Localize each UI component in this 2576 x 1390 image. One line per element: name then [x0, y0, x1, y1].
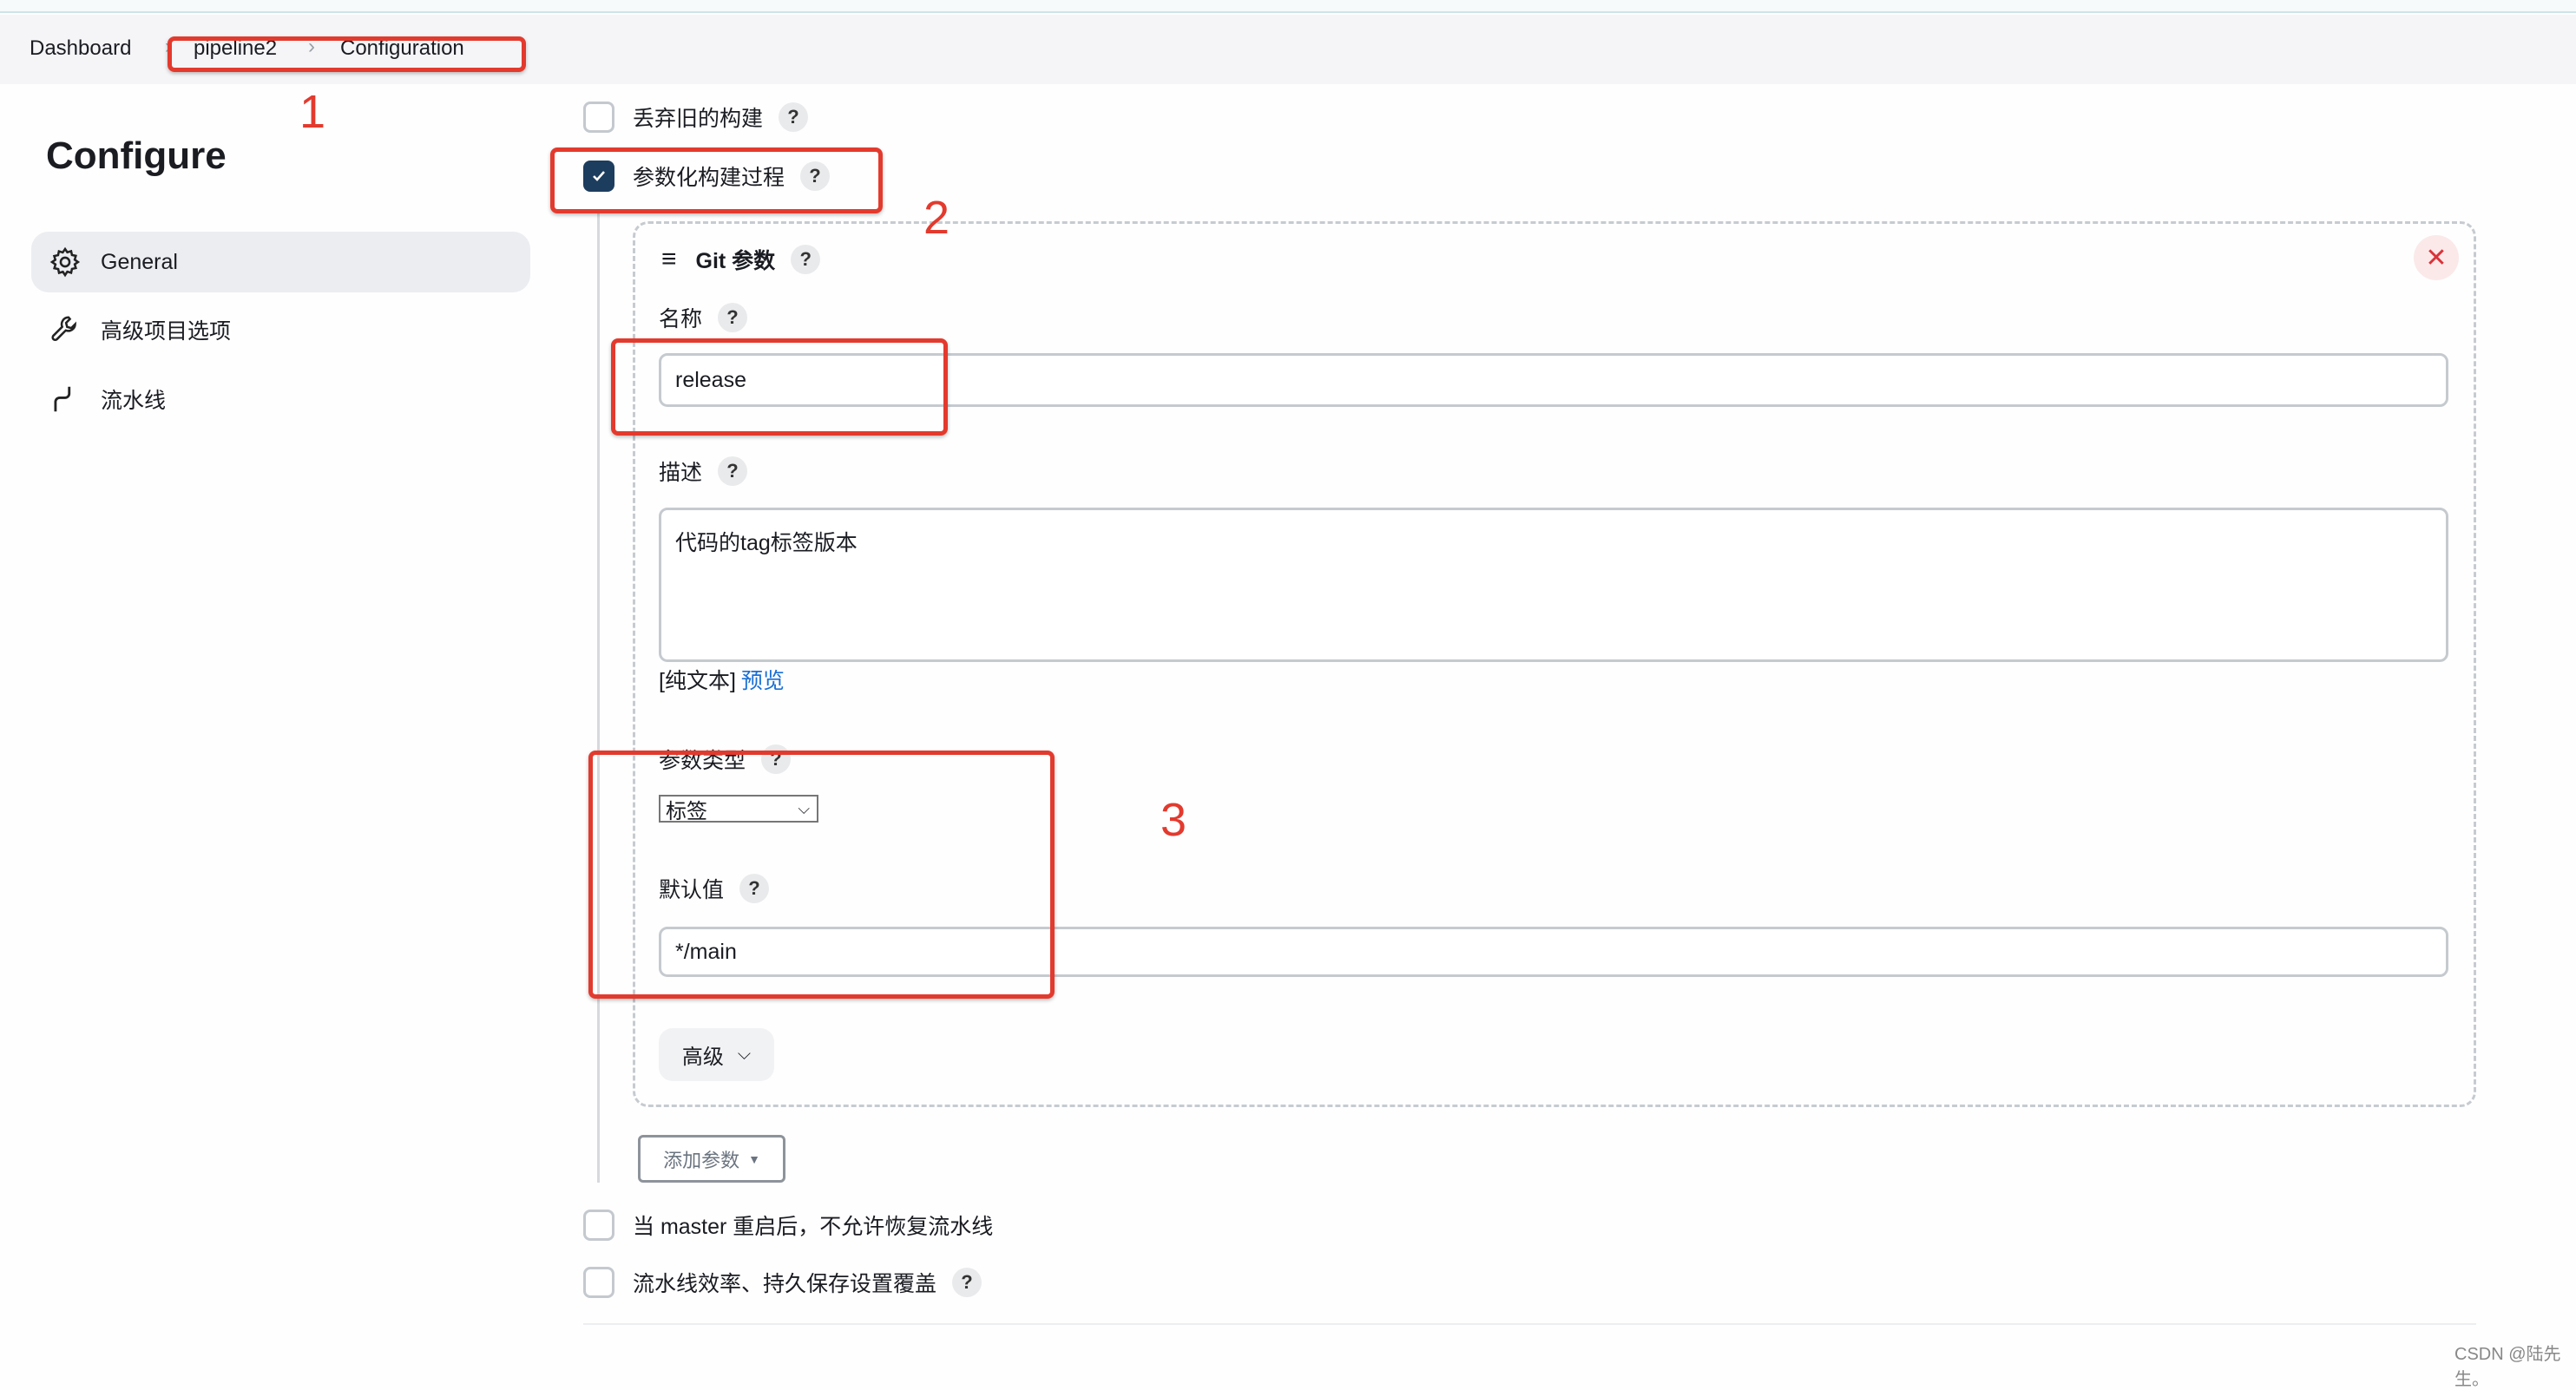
page-title: Configure [46, 134, 227, 177]
preview-link[interactable]: 预览 [741, 664, 785, 695]
help-icon[interactable]: ? [718, 456, 748, 486]
gear-icon [49, 246, 81, 278]
section-divider [597, 213, 600, 1183]
discard-old-builds-checkbox[interactable] [583, 102, 614, 133]
description-textarea[interactable]: 代码的tag标签版本 [659, 508, 2448, 662]
chevron-down-icon: ⌵ [737, 1045, 752, 1064]
annotation-box-3 [588, 751, 1055, 999]
sidebar-item-label: General [101, 249, 178, 274]
parameter-type-title: Git 参数 [695, 249, 776, 273]
help-icon[interactable]: ? [952, 1268, 982, 1297]
wrench-icon [51, 316, 76, 342]
annotation-box-name [611, 338, 948, 436]
sidebar-item-general[interactable]: General [31, 232, 530, 292]
divider [583, 1323, 2476, 1325]
annotation-box-2 [550, 148, 883, 213]
delete-parameter-close-icon[interactable]: ✕ [2414, 235, 2459, 280]
name-label: 名称 [659, 307, 703, 331]
help-icon[interactable]: ? [718, 303, 748, 332]
watermark: CSDN @陆先生。 [2454, 1345, 2561, 1389]
durability-label: 流水线效率、持久保存设置覆盖 [633, 1272, 937, 1296]
help-icon[interactable]: ? [791, 245, 821, 274]
drag-handle-icon[interactable]: ≡ [661, 245, 677, 274]
caret-down-icon: ▼ [748, 1151, 760, 1166]
discard-old-builds-label: 丢弃旧的构建 [633, 107, 764, 131]
description-label: 描述 [659, 461, 703, 485]
help-icon[interactable]: ? [779, 102, 809, 132]
annotation-box-1 [168, 36, 526, 72]
breadcrumb-dashboard[interactable]: Dashboard [30, 36, 131, 61]
sidebar-item-label: 流水线 [101, 389, 167, 413]
add-parameter-button[interactable]: 添加参数 ▼ [638, 1135, 785, 1183]
no-resume-label: 当 master 重启后，不允许恢复流水线 [633, 1215, 994, 1239]
durability-checkbox[interactable] [583, 1267, 614, 1298]
annotation-number-3: 3 [1160, 794, 1187, 846]
no-resume-checkbox[interactable] [583, 1210, 614, 1241]
pipeline-icon [54, 386, 71, 412]
browser-top-border [0, 0, 2576, 13]
advanced-button[interactable]: 高级 ⌵ [659, 1028, 774, 1081]
advanced-label: 高级 [681, 1046, 724, 1069]
sidebar-item-label: 高级项目选项 [101, 319, 232, 344]
sidebar-item-pipeline[interactable]: 流水线 [31, 369, 530, 429]
plain-text-format-label: [纯文本] [659, 669, 736, 693]
annotation-number-1: 1 [299, 86, 326, 138]
annotation-number-2: 2 [923, 192, 950, 244]
add-parameter-label: 添加参数 [663, 1149, 740, 1171]
sidebar-item-advanced[interactable]: 高级项目选项 [31, 299, 530, 360]
